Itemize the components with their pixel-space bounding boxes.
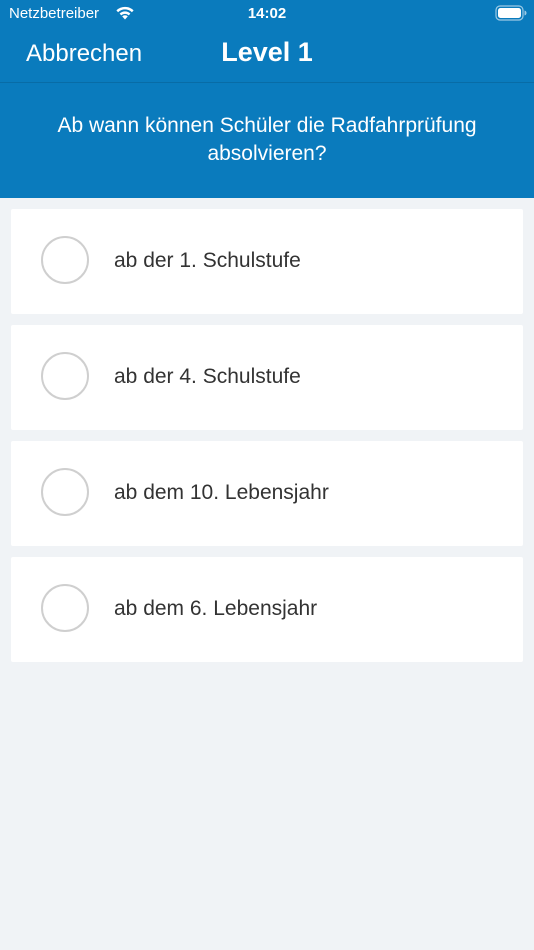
answer-option-3[interactable]: ab dem 10. Lebensjahr [11, 441, 523, 546]
answer-option-4[interactable]: ab dem 6. Lebensjahr [11, 557, 523, 662]
radio-button[interactable] [41, 468, 89, 516]
answer-label: ab der 4. Schulstufe [114, 365, 301, 388]
answer-option-2[interactable]: ab der 4. Schulstufe [11, 325, 523, 430]
status-time: 14:02 [247, 5, 287, 22]
header-divider [0, 82, 534, 83]
answer-list: ab der 1. Schulstufe ab der 4. Schulstuf… [11, 209, 523, 673]
page-title: Level 1 [221, 37, 313, 67]
answer-option-1[interactable]: ab der 1. Schulstufe [11, 209, 523, 314]
battery-icon [495, 5, 527, 21]
question-text: Ab wann können Schüler die Radfahrprüfun… [57, 114, 477, 165]
answer-label: ab der 1. Schulstufe [114, 249, 301, 272]
header: Netzbetreiber 14:02 Abbrechen Level 1 Ab… [0, 0, 534, 198]
answer-label: ab dem 10. Lebensjahr [114, 481, 329, 504]
navigation-bar: Abbrechen Level 1 [0, 28, 534, 82]
radio-button[interactable] [41, 236, 89, 284]
radio-button[interactable] [41, 584, 89, 632]
answer-label: ab dem 6. Lebensjahr [114, 597, 318, 620]
radio-button[interactable] [41, 352, 89, 400]
status-bar: Netzbetreiber 14:02 [0, 0, 534, 28]
